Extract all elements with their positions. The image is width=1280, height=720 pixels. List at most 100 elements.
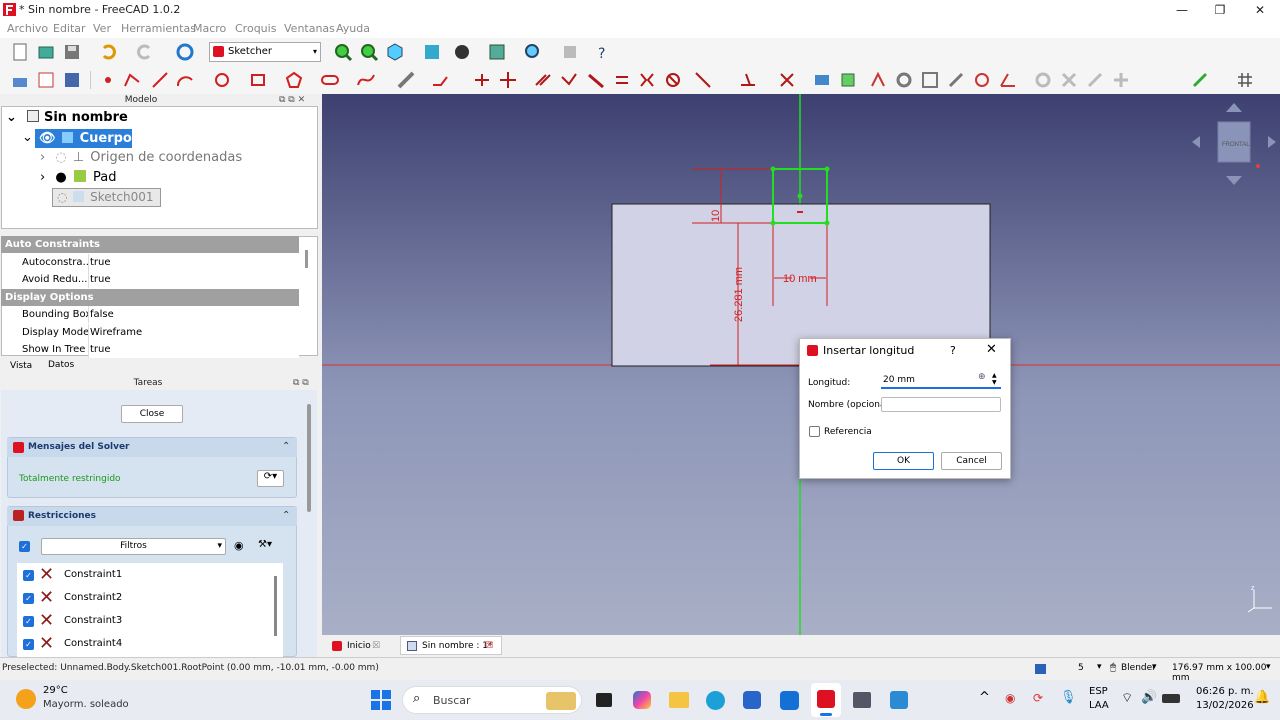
nav-arrow-down-icon[interactable] — [1226, 176, 1242, 185]
tree-item-cuerpo[interactable]: ⌄ — [22, 128, 33, 148]
dropdown-icon[interactable]: ▾ — [1097, 662, 1102, 672]
prop-row[interactable]: Display Mode Wireframe — [1, 324, 299, 341]
expand-icon[interactable]: › — [40, 150, 45, 165]
close-window-button[interactable]: ✕ — [1240, 0, 1280, 20]
volume-icon[interactable]: 🔊 — [1141, 690, 1157, 705]
rectangle-icon[interactable] — [248, 70, 278, 90]
prop-group-auto[interactable]: Auto Constraints — [1, 236, 299, 253]
constraint-checkbox[interactable]: ✓ — [23, 616, 34, 627]
close-tab-icon[interactable]: ☒ — [485, 637, 493, 655]
virtual-space-icon[interactable] — [1190, 70, 1210, 90]
save-icon[interactable] — [62, 42, 82, 62]
open-document-icon[interactable] — [36, 42, 56, 62]
prop-row[interactable]: Bounding Box false — [1, 306, 299, 323]
snipping-icon[interactable] — [890, 691, 908, 709]
perpendicular-icon[interactable] — [559, 70, 579, 90]
panel-float-icon[interactable]: ⧉ ⧉ — [293, 378, 309, 388]
dropdown-icon[interactable]: ▾ — [1152, 662, 1157, 672]
close-task-button[interactable]: Close — [121, 405, 183, 423]
dropdown-icon[interactable]: ▾ — [1266, 662, 1271, 672]
list-item[interactable]: ✓ ✕ Constraint2 — [23, 589, 263, 609]
menu-herramientas[interactable]: Herramientas — [121, 22, 196, 35]
redo-icon[interactable] — [135, 42, 165, 62]
prop-row[interactable]: Avoid Redu... true — [1, 271, 299, 288]
carbon-copy-icon[interactable] — [812, 70, 832, 90]
measure-icon[interactable] — [422, 42, 442, 62]
prop-value[interactable]: false — [88, 306, 299, 323]
parallel-icon[interactable] — [533, 70, 553, 90]
close-dialog-button[interactable]: ✕ — [986, 342, 997, 357]
refresh-icon[interactable] — [175, 42, 195, 62]
eye-hidden-icon[interactable]: ◌ — [55, 150, 66, 165]
dimension-label-horizontal[interactable]: 10 mm — [783, 273, 817, 285]
horizontal-distance-icon[interactable] — [472, 70, 492, 90]
menu-ayuda[interactable]: Ayuda — [336, 22, 370, 35]
wifi-icon[interactable]: ⌔ — [1121, 690, 1133, 706]
navigation-style[interactable]: Blender — [1121, 663, 1156, 673]
tree-item-pad[interactable]: › ● Pad — [40, 168, 116, 188]
length-input[interactable]: 20 mm ⊕ ▲ ▼ — [881, 372, 1001, 389]
sketch-vertex[interactable] — [824, 166, 830, 172]
view-iso-icon[interactable] — [385, 42, 415, 62]
symmetric-icon[interactable] — [637, 70, 657, 90]
app-icon[interactable] — [853, 692, 871, 708]
menu-ventanas[interactable]: Ventanas — [284, 22, 335, 35]
nav-arrow-up-icon[interactable] — [1226, 103, 1242, 112]
reference-checkbox[interactable] — [809, 426, 820, 437]
tray-icon[interactable]: ◉ — [1005, 691, 1015, 705]
symmetry-icon[interactable] — [1033, 70, 1053, 90]
tasks-scrollbar[interactable] — [307, 404, 311, 512]
language-secondary[interactable]: LAA — [1089, 700, 1109, 711]
tangent-icon[interactable] — [586, 70, 606, 90]
nav-arrow-right-icon[interactable] — [1268, 136, 1276, 148]
undo-icon[interactable] — [98, 42, 128, 62]
nav-cube-corner[interactable] — [1256, 164, 1260, 168]
bounding-box-icon[interactable] — [487, 42, 517, 62]
name-input[interactable] — [881, 397, 1001, 412]
copilot-icon[interactable] — [633, 691, 651, 709]
tray-sync-icon[interactable]: ⟳ — [1033, 691, 1043, 705]
edge-icon[interactable] — [706, 691, 725, 710]
battery-icon[interactable] — [1162, 694, 1180, 703]
eye-hidden-icon[interactable]: ◌ — [57, 190, 67, 204]
tools-icon[interactable] — [560, 42, 580, 62]
prop-row[interactable]: Show In Tree true — [1, 341, 299, 358]
view-sketch-icon[interactable] — [36, 70, 56, 90]
menu-ver[interactable]: Ver — [93, 22, 111, 35]
polygon-icon[interactable] — [284, 70, 314, 90]
maximize-button[interactable]: ❐ — [1200, 0, 1240, 20]
menu-croquis[interactable]: Croquis — [235, 22, 276, 35]
prop-value[interactable]: true — [88, 271, 299, 288]
polyline-icon[interactable] — [122, 70, 150, 90]
slot-icon[interactable] — [320, 70, 350, 90]
minimize-button[interactable]: — — [1162, 0, 1202, 20]
tray-chevron-icon[interactable]: ^ — [979, 690, 990, 705]
cancel-button[interactable]: Cancel — [941, 452, 1002, 470]
grid-icon[interactable] — [1235, 70, 1269, 90]
menu-macro[interactable]: Macro — [193, 22, 226, 35]
tree-item-origin[interactable]: › ◌ ⊥ Origen de coordenadas — [40, 148, 242, 168]
panel-float-icon[interactable]: ⧉ ⧉ ✕ — [279, 95, 305, 105]
collapse-icon[interactable]: ⌃ — [282, 441, 290, 452]
language-primary[interactable]: ESP — [1089, 686, 1108, 697]
nav-arrow-left-icon[interactable] — [1192, 136, 1200, 148]
eye-icon[interactable]: ● — [55, 170, 66, 185]
zoom-icon[interactable] — [523, 42, 553, 62]
remove-axes-icon[interactable] — [1085, 70, 1105, 90]
external-geometry-icon[interactable] — [396, 70, 416, 90]
tree-root[interactable]: ⌄ Sin nombre — [6, 108, 128, 128]
auto-update-button[interactable]: ⟳▾ — [257, 470, 284, 487]
help-button[interactable]: ? — [950, 344, 956, 357]
equal-icon[interactable] — [612, 70, 632, 90]
list-item[interactable]: ✓ ✕ Constraint4 — [23, 635, 263, 655]
workbench-selector[interactable]: Sketcher ▾ — [209, 42, 321, 62]
prop-value[interactable]: true — [88, 341, 299, 358]
layers-count[interactable]: 5 — [1078, 663, 1084, 673]
constraints-scrollbar[interactable] — [274, 576, 277, 636]
menu-editar[interactable]: Editar — [53, 22, 86, 35]
coincident-icon[interactable] — [498, 70, 528, 90]
weather-sun-icon[interactable] — [16, 689, 36, 709]
microphone-icon[interactable]: 🎙 — [1060, 690, 1077, 705]
store-icon[interactable] — [743, 691, 761, 709]
eye-icon[interactable]: 👁 — [39, 131, 56, 146]
